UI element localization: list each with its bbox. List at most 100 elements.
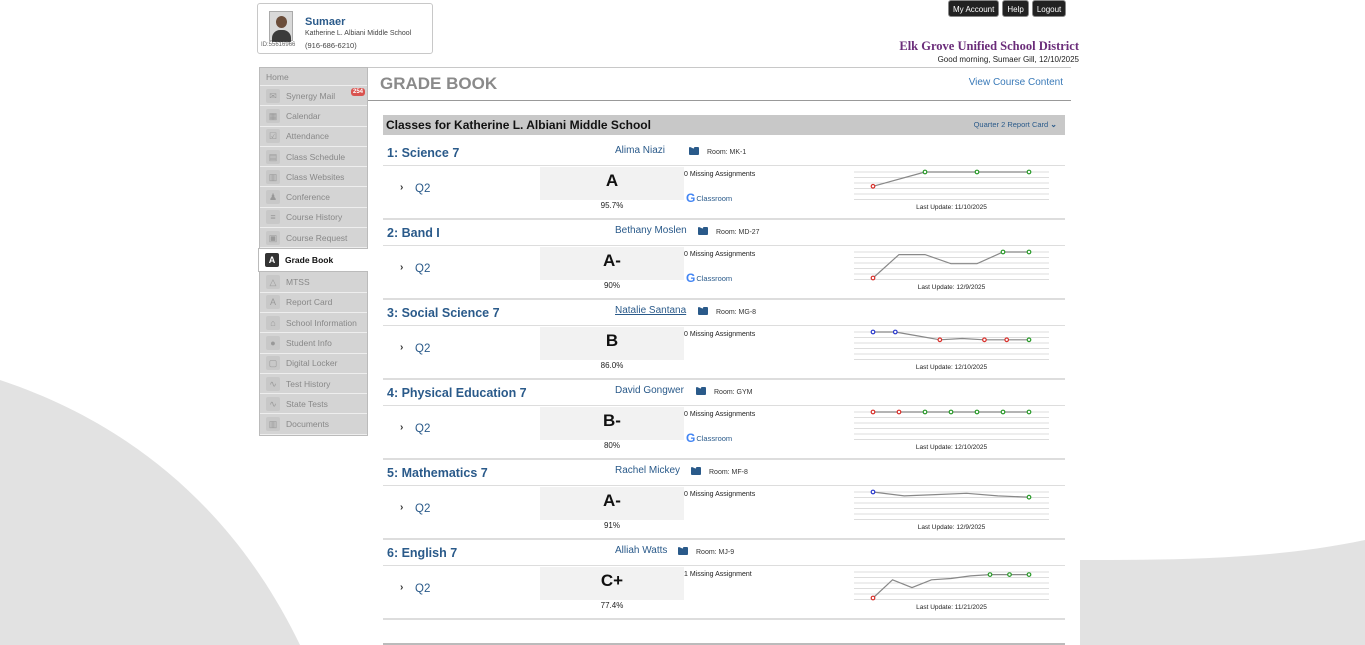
trend-point [1007, 572, 1012, 578]
chevron-right-icon[interactable]: › [400, 342, 403, 353]
checkbox-icon: ☑ [266, 129, 280, 144]
room-label: Room: MF-8 [709, 469, 748, 476]
sidebar-item-documents[interactable]: ▥ Documents [260, 414, 367, 435]
course-name[interactable]: 4: Physical Education 7 [387, 386, 527, 400]
missing-assignments: 0 Missing Assignments [684, 331, 756, 338]
title-divider [368, 100, 1071, 101]
sidebar-item-class-websites[interactable]: ▥ Class Websites [260, 167, 367, 188]
sidebar-item-mtss[interactable]: △ MTSS [260, 272, 367, 293]
sidebar-item-attendance[interactable]: ☑ Attendance [260, 127, 367, 147]
teacher-link[interactable]: Alima Niazi [615, 145, 665, 156]
sidebar-item-school-information[interactable]: ⌂ School Information [260, 313, 367, 334]
google-icon: G [686, 431, 696, 445]
teacher-link[interactable]: Alliah Watts [615, 545, 667, 556]
row-divider [383, 485, 1065, 486]
google-classroom-link[interactable]: G Classroom [686, 192, 732, 204]
sidebar-item-label: Student Info [286, 337, 332, 348]
room-label: Room: MK-1 [707, 149, 747, 156]
grade-percent: 80% [603, 441, 620, 450]
help-button[interactable]: Help [1002, 0, 1029, 17]
mail-icon: ✉ [266, 88, 280, 103]
chevron-right-icon[interactable]: › [400, 182, 403, 193]
letter-grade: A- [603, 491, 621, 510]
sidebar-item-grade-book[interactable]: A Grade Book [258, 248, 369, 273]
email-icon[interactable] [678, 547, 688, 555]
sidebar-item-label: Synergy Mail [286, 90, 336, 101]
quarter-label[interactable]: Q2 [415, 503, 430, 515]
email-icon[interactable] [698, 227, 708, 235]
google-icon: G [686, 271, 696, 285]
google-classroom-link[interactable]: G Classroom [686, 431, 732, 445]
main-content: GRADE BOOK View Course Content Classes f… [368, 67, 1071, 645]
course-row: 4: Physical Education 7 David Gongwer Room… [383, 381, 1065, 461]
course-name[interactable]: 6: English 7 [387, 546, 457, 560]
sidebar-item-home[interactable]: Home [260, 68, 367, 86]
sidebar-item-synergy-mail[interactable]: ✉ Synergy Mail 254 [260, 86, 367, 107]
grade-trend-chart [854, 169, 1049, 200]
course-row: 6: English 7 Alliah Watts Room: MJ-9 › Q2 C+ 7… [383, 541, 1065, 621]
row-divider [383, 165, 1065, 166]
teacher-link[interactable]: Rachel Mickey [615, 465, 680, 476]
sidebar-item-calendar[interactable]: ▦ Calendar [260, 106, 367, 127]
missing-assignments: 0 Missing Assignments [684, 171, 756, 178]
documents-icon: ▥ [266, 417, 280, 432]
sidebar-item-report-card[interactable]: A Report Card [260, 293, 367, 313]
mtss-icon: △ [266, 275, 280, 290]
quarter-label[interactable]: Q2 [415, 183, 430, 195]
course-name[interactable]: 1: Science 7 [387, 146, 459, 160]
teacher-link[interactable]: Natalie Santana [615, 305, 686, 316]
sidebar-item-label: State Tests [286, 398, 328, 409]
my-account-button[interactable]: My Account [948, 0, 1000, 17]
sidebar-item-student-info[interactable]: ● Student Info [260, 333, 367, 354]
row-divider [383, 245, 1065, 246]
period-selector-label: Quarter 2 Report Card [973, 120, 1049, 129]
mail-count-badge: 254 [350, 88, 365, 96]
sidebar-item-digital-locker[interactable]: ▢ Digital Locker [260, 354, 367, 374]
quarter-label[interactable]: Q2 [415, 423, 430, 435]
sidebar-item-conference[interactable]: ♟ Conference [260, 187, 367, 208]
student-name: Sumaer [305, 16, 346, 28]
sidebar-item-course-history[interactable]: ≡ Course History [260, 208, 367, 229]
sidebar-item-state-tests[interactable]: ∿ State Tests [260, 394, 367, 415]
chevron-right-icon[interactable]: › [400, 502, 403, 513]
course-name[interactable]: 3: Social Science 7 [387, 306, 500, 320]
sidebar-item-course-request[interactable]: ▣ Course Request [260, 228, 367, 249]
email-icon[interactable] [696, 387, 706, 395]
email-icon[interactable] [689, 147, 699, 155]
trend-point [1026, 409, 1032, 415]
quarter-label[interactable]: Q2 [415, 263, 430, 275]
student-card[interactable]: ID:55616966 Sumaer Katherine L. Albiani … [257, 3, 433, 54]
chevron-right-icon[interactable]: › [400, 422, 403, 433]
missing-assignments: 0 Missing Assignments [684, 491, 756, 498]
missing-assignments: 0 Missing Assignments [684, 411, 756, 418]
sidebar-item-class-schedule[interactable]: ▤ Class Schedule [260, 147, 367, 168]
chevron-right-icon[interactable]: › [400, 262, 403, 273]
course-name[interactable]: 2: Band I [387, 226, 440, 240]
letter-grade: A- [603, 251, 621, 270]
course-name[interactable]: 5: Mathematics 7 [387, 466, 488, 480]
page-title: GRADE BOOK [380, 74, 498, 93]
email-icon[interactable] [698, 307, 708, 315]
greeting: Good morning, Sumaer Gill, 12/10/2025 [937, 55, 1079, 64]
lock-icon: ▢ [266, 356, 280, 371]
view-course-content-link[interactable]: View Course Content [969, 77, 1063, 88]
quarter-label[interactable]: Q2 [415, 583, 430, 595]
teacher-link[interactable]: Bethany Moslen [615, 225, 687, 236]
trend-point [974, 409, 980, 415]
chart-icon: ∿ [266, 376, 280, 391]
sidebar-item-test-history[interactable]: ∿ Test History [260, 374, 367, 395]
teacher-link[interactable]: David Gongwer [615, 385, 684, 396]
student-school: Katherine L. Albiani Middle School [305, 30, 412, 37]
google-classroom-link[interactable]: G Classroom [686, 271, 732, 285]
chevron-right-icon[interactable]: › [400, 582, 403, 593]
last-update: Last Update: 12/10/2025 [915, 364, 988, 371]
email-icon[interactable] [691, 467, 701, 475]
grade-percent: 95.7% [600, 201, 624, 210]
course-row: 1: Science 7 Alima Niazi Room: MK-1 › Q2 A 95.… [383, 141, 1065, 221]
period-selector[interactable]: Quarter 2 Report Card ⌄ [974, 120, 1057, 129]
trend-point [1026, 337, 1032, 343]
quarter-label[interactable]: Q2 [415, 343, 430, 355]
grade-percent: 91% [603, 521, 620, 530]
logout-button[interactable]: Logout [1031, 0, 1067, 17]
course-row: 5: Mathematics 7 Rachel Mickey Room: MF-8 ›… [383, 461, 1065, 541]
